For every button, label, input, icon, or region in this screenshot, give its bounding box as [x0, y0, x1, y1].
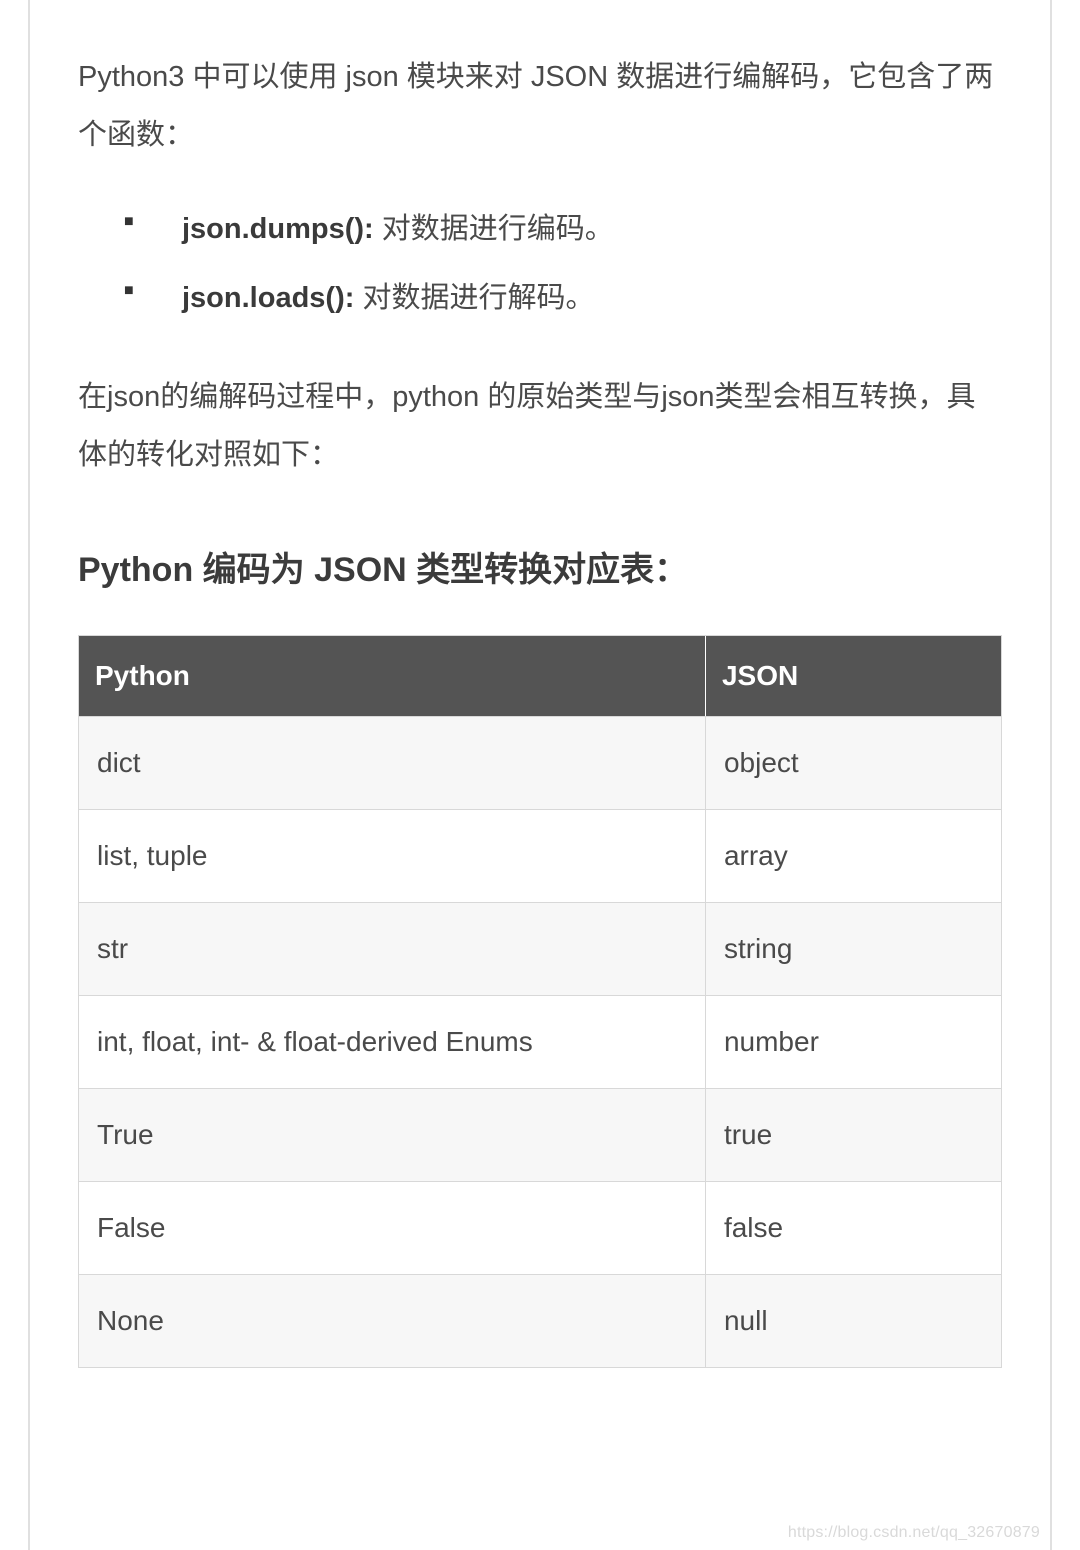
table-row: True true: [79, 1088, 1001, 1181]
table-row: dict object: [79, 716, 1001, 809]
cell-json: true: [706, 1088, 1001, 1181]
intro-paragraph: Python3 中可以使用 json 模块来对 JSON 数据进行编解码，它包含…: [78, 48, 1002, 164]
function-desc: 对数据进行编码。: [374, 213, 614, 245]
table-row: str string: [79, 902, 1001, 995]
function-desc: 对数据进行解码。: [354, 282, 594, 314]
header-json: JSON: [706, 636, 1001, 716]
table-row: int, float, int- & float-derived Enums n…: [79, 995, 1001, 1088]
function-name-bold: json.loads():: [182, 282, 354, 314]
cell-python: None: [79, 1274, 706, 1367]
list-item: json.loads(): 对数据进行解码。: [124, 271, 1002, 326]
table-row: False false: [79, 1181, 1001, 1274]
header-python: Python: [79, 636, 706, 716]
cell-json: false: [706, 1181, 1001, 1274]
section-heading: Python 编码为 JSON 类型转换对应表：: [78, 542, 1002, 591]
cell-json: string: [706, 902, 1001, 995]
description-paragraph: 在json的编解码过程中，python 的原始类型与json类型会相互转换，具体…: [78, 368, 1002, 484]
cell-python: list, tuple: [79, 809, 706, 902]
cell-python: True: [79, 1088, 706, 1181]
table-row: list, tuple array: [79, 809, 1001, 902]
function-name-bold: json.dumps():: [182, 213, 374, 245]
cell-python: dict: [79, 716, 706, 809]
cell-python: str: [79, 902, 706, 995]
watermark-text: https://blog.csdn.net/qq_32670879: [788, 1524, 1040, 1542]
cell-json: null: [706, 1274, 1001, 1367]
cell-json: number: [706, 995, 1001, 1088]
cell-json: object: [706, 716, 1001, 809]
cell-python: int, float, int- & float-derived Enums: [79, 995, 706, 1088]
table-header-row: Python JSON: [79, 636, 1001, 716]
cell-json: array: [706, 809, 1001, 902]
cell-python: False: [79, 1181, 706, 1274]
article-container: Python3 中可以使用 json 模块来对 JSON 数据进行编解码，它包含…: [28, 0, 1052, 1550]
type-conversion-table: Python JSON dict object list, tuple arra…: [78, 635, 1002, 1368]
function-bullet-list: json.dumps(): 对数据进行编码。 json.loads(): 对数据…: [78, 202, 1002, 326]
list-item: json.dumps(): 对数据进行编码。: [124, 202, 1002, 257]
table-row: None null: [79, 1274, 1001, 1367]
